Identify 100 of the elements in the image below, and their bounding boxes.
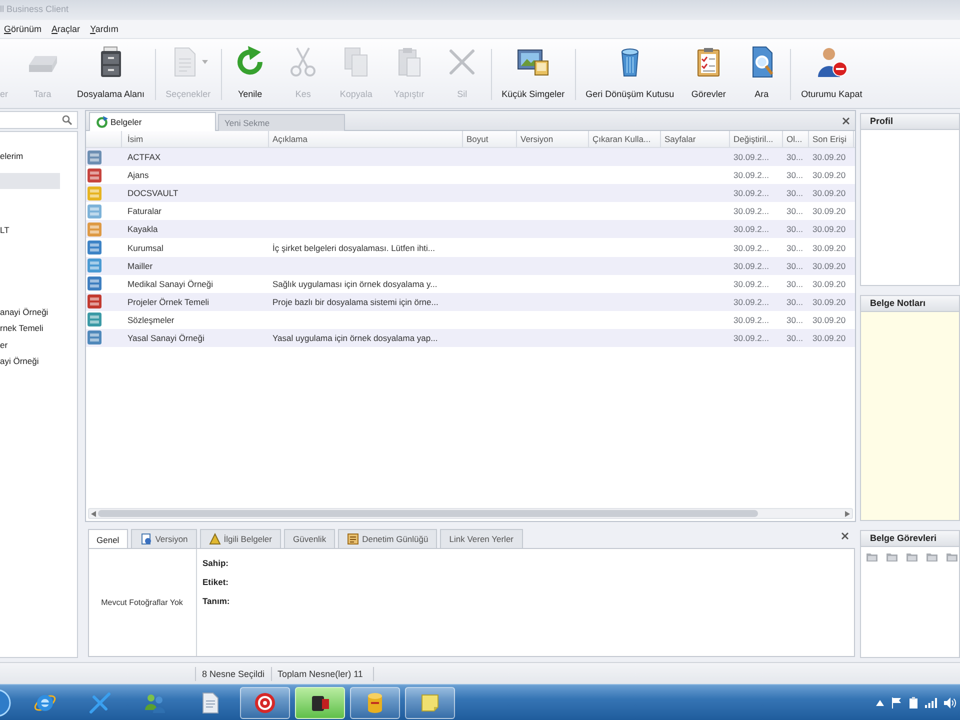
signal-icon[interactable] — [925, 697, 937, 708]
triangle-icon — [208, 533, 221, 545]
scrollbar-thumb[interactable] — [98, 510, 758, 517]
close-icon[interactable] — [842, 116, 850, 124]
table-cell-text: 30... — [786, 332, 804, 343]
table-cell-text: 30.09.20 — [812, 170, 846, 180]
clipboard-icon[interactable] — [909, 696, 918, 708]
tab[interactable]: Genel — [88, 529, 128, 549]
table-row[interactable]: ACTFAX 30.09.2... 30... 30.09.20 — [86, 148, 854, 166]
tree-item[interactable]: rnek Temeli — [0, 320, 46, 337]
table-cell-text: 30.09.2... — [732, 260, 769, 271]
table-cell-text: 30.09.2... — [732, 242, 769, 253]
table-cell-text: 30.09.20 — [812, 224, 846, 234]
column-header[interactable]: Ol... — [782, 131, 808, 147]
toolbar-button[interactable]: Ara — [737, 39, 786, 108]
tree-item[interactable]: anayi Örneği — [0, 304, 50, 320]
toolbar-button[interactable]: Küçük Simgeler — [496, 39, 571, 108]
panel-title: Belge Notları — [860, 295, 960, 312]
tree-item[interactable]: elerim — [0, 148, 26, 164]
tree-item[interactable]: LT — [0, 222, 12, 238]
table-cell-text: 30.09.2... — [732, 224, 769, 234]
flag-icon[interactable] — [891, 696, 902, 708]
tab[interactable]: Versiyon — [131, 529, 197, 548]
table-cell-text: 30... — [786, 152, 804, 162]
triangle-up-icon[interactable] — [876, 700, 884, 706]
table-cell-text: 30... — [786, 278, 804, 289]
search-field[interactable] — [0, 111, 78, 129]
column-header[interactable]: Değiştiril... — [730, 131, 782, 147]
folder-icon[interactable] — [886, 552, 898, 562]
table-cell-text: Sağlık uygulaması için örnek dosyalama y... — [272, 278, 438, 289]
start-orb-icon[interactable] — [0, 688, 11, 718]
table-row[interactable]: Sözleşmeler 30.09.2... 30... 30.09.20 — [86, 310, 854, 329]
tab[interactable]: Güvenlik — [284, 529, 336, 548]
folder-icon[interactable] — [946, 552, 958, 562]
table-cell-text: 30.09.20 — [812, 152, 846, 162]
folder-icon[interactable] — [866, 552, 878, 562]
horizontal-scrollbar[interactable] — [88, 508, 852, 519]
table-row[interactable]: DOCSVAULT 30.09.2... 30... 30.09.20 — [86, 184, 854, 202]
column-header[interactable]: İsim — [122, 131, 268, 147]
tree-item[interactable]: er — [0, 336, 10, 354]
table-cell-text: DOCSVAULT — [126, 188, 178, 198]
tab[interactable]: Belgeler — [88, 112, 216, 131]
tab[interactable]: İlgili Belgeler — [200, 529, 281, 548]
empty-photo-text: Mevcut Fotoğraflar Yok — [101, 598, 183, 607]
tab[interactable]: Link Veren Yerler — [440, 529, 523, 548]
column-header[interactable]: Son Erişi — [808, 131, 854, 147]
table-cell-text: 30.09.2... — [732, 188, 769, 198]
table-row[interactable]: Yasal Sanayi Örneği Yasal uygulama için örnek dosyalama yap... 30.09.2... 30... 30.09.20 — [86, 328, 854, 348]
table-row[interactable]: Kayakla 30.09.2... 30... 30.09.20 — [86, 220, 854, 238]
table-cell-text: Kurumsal — [126, 242, 164, 253]
column-header[interactable]: Çıkaran Kulla... — [588, 131, 660, 147]
folder-icon[interactable] — [926, 552, 938, 562]
table-cell-text: Sözleşmeler — [126, 314, 174, 325]
table-cell-text: Faturalar — [126, 206, 162, 216]
table-cell-text: Projeler Örnek Temeli — [126, 296, 210, 307]
arrow-left-icon[interactable] — [90, 510, 96, 516]
menu-item[interactable]: Görünüm — [4, 24, 42, 34]
tree-item[interactable]: ayi Örneği — [0, 353, 41, 370]
table-cell-text: Ajans — [126, 170, 149, 180]
table-row[interactable]: Projeler Örnek Temeli Proje bazlı bir dosyalama sistemi için örne... 30.09.2... 30... 30.09.20 — [86, 292, 854, 311]
toolbar-button[interactable]: Geri Dönüşüm Kutusu — [580, 39, 680, 108]
column-header[interactable]: Sayfalar — [660, 131, 730, 147]
panel-title: Belge Görevleri — [860, 530, 960, 547]
toolbar-button[interactable]: Görevler — [684, 39, 734, 108]
toolbar-button[interactable]: Oturumu Kapat — [795, 39, 868, 108]
toolbar-button[interactable]: Dosyalama Alanı — [71, 39, 151, 108]
arrow-right-icon[interactable] — [844, 510, 850, 516]
panel-title: Profil — [860, 113, 960, 130]
table-cell-text: 30.09.2... — [732, 332, 769, 343]
table-row[interactable]: Medikal Sanayi Örneği Sağlık uygulaması için örnek dosyalama y... 30.09.2... 30... 30.09.20 — [86, 274, 854, 293]
taskbar-button[interactable] — [295, 686, 345, 718]
menu-item[interactable]: Araçlar — [52, 24, 80, 34]
speaker-icon[interactable] — [944, 696, 956, 708]
table-cell-text: 30... — [786, 206, 804, 216]
tab[interactable]: Denetim Günlüğü — [338, 529, 438, 548]
table-cell-text: 30... — [786, 170, 804, 180]
menu-item[interactable]: Yardım — [90, 24, 118, 34]
table-cell-text: 30.09.2... — [732, 206, 769, 216]
column-header[interactable]: Boyut — [462, 131, 516, 147]
table-cell-text: Yasal uygulama için örnek dosyalama yap... — [272, 332, 438, 343]
close-icon[interactable] — [840, 532, 848, 540]
table-cell-text: 30... — [786, 296, 804, 307]
table-row[interactable]: Faturalar 30.09.2... 30... 30.09.20 — [86, 202, 854, 220]
field-label: Sahip: — [202, 558, 228, 568]
disc-icon — [253, 690, 277, 714]
cross-arrows-icon — [88, 690, 112, 714]
table-row[interactable]: Mailler 30.09.2... 30... 30.09.20 — [86, 256, 854, 275]
table-cell-text: 30.09.20 — [812, 206, 846, 216]
table-cell-text: 30.09.20 — [812, 314, 846, 325]
table-row[interactable]: Kurumsal İç şirket belgeleri dosyalaması. Lütfen ihti... 30.09.2... 30... 30.09.20 — [86, 238, 854, 257]
table-cell-text: 30.09.20 — [812, 188, 846, 198]
table-cell-text: 30... — [786, 188, 804, 198]
table-cell-text: 30.09.2... — [732, 314, 769, 325]
folder-icon[interactable] — [906, 552, 918, 562]
table-cell-text: 30... — [786, 314, 804, 325]
table-row[interactable]: Ajans 30.09.2... 30... 30.09.20 — [86, 166, 854, 184]
column-header[interactable]: Açıklama — [268, 131, 462, 147]
toolbar-button[interactable]: Yenile — [226, 39, 275, 108]
table-cell-text: 30.09.2... — [732, 170, 769, 180]
column-header[interactable]: Versiyon — [516, 131, 588, 147]
